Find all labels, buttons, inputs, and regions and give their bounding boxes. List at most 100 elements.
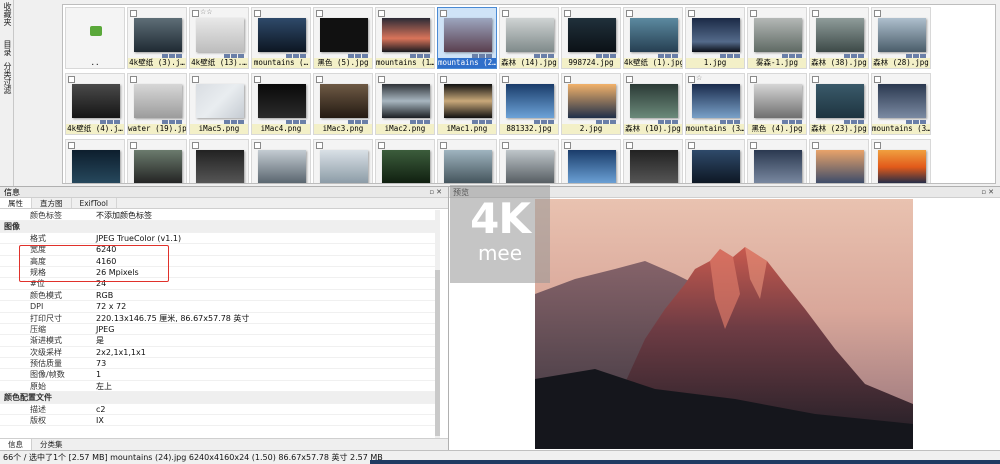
thumbnail-item[interactable]: mountains (1…: [375, 7, 435, 69]
thumbnail-image[interactable]: [506, 150, 554, 183]
thumbnail-image[interactable]: [72, 150, 120, 183]
thumbnail-image[interactable]: [506, 84, 554, 118]
select-checkbox[interactable]: [130, 10, 137, 17]
section-label[interactable]: 图像: [0, 221, 204, 231]
select-checkbox[interactable]: [750, 142, 757, 149]
thumbnail-image[interactable]: [692, 84, 740, 118]
thumbnail-item[interactable]: 森林 (23).jpg: [809, 73, 869, 135]
thumbnail-image[interactable]: [134, 150, 182, 183]
select-checkbox[interactable]: [440, 10, 447, 17]
select-checkbox[interactable]: [564, 76, 571, 83]
thumbnail-image[interactable]: [320, 150, 368, 183]
thumbnail-image[interactable]: [568, 150, 616, 183]
close-icon[interactable]: ✕: [988, 188, 996, 196]
select-checkbox[interactable]: [254, 76, 261, 83]
thumbnail-item[interactable]: 1.jpg: [685, 7, 745, 69]
thumbnail-image[interactable]: [878, 84, 926, 118]
thumbnail-item[interactable]: [747, 139, 807, 183]
select-checkbox[interactable]: [564, 10, 571, 17]
thumbnail-item[interactable]: 黑色 (5).jpg: [313, 7, 373, 69]
thumbnail-image[interactable]: [568, 84, 616, 118]
select-checkbox[interactable]: [874, 142, 881, 149]
thumbnail-image[interactable]: [692, 18, 740, 52]
thumbnail-item[interactable]: [251, 139, 311, 183]
thumbnail-image[interactable]: [382, 84, 430, 118]
select-checkbox[interactable]: [192, 76, 199, 83]
thumbnail-image[interactable]: [816, 18, 864, 52]
tab-category-filter[interactable]: 分类过滤: [1, 62, 13, 94]
thumbnail-image[interactable]: [320, 84, 368, 118]
thumbnail-image[interactable]: [258, 150, 306, 183]
tab-exiftool[interactable]: ExifTool: [72, 198, 117, 208]
thumbnail-item[interactable]: [437, 139, 497, 183]
thumbnail-item[interactable]: [499, 139, 559, 183]
thumbnail-item[interactable]: iMac1.png: [437, 73, 497, 135]
thumbnail-item[interactable]: iMac3.png: [313, 73, 373, 135]
select-checkbox[interactable]: [626, 142, 633, 149]
select-checkbox[interactable]: [502, 10, 509, 17]
thumbnail-image[interactable]: [692, 150, 740, 183]
thumbnail-item[interactable]: 998724.jpg: [561, 7, 621, 69]
thumbnail-item[interactable]: 4k壁纸 (3).j…: [127, 7, 187, 69]
thumbnail-item[interactable]: water (19).jpg: [127, 73, 187, 135]
thumbnail-image[interactable]: [816, 150, 864, 183]
thumbnail-item[interactable]: [809, 139, 869, 183]
thumbnail-item[interactable]: ☆☆ 4k壁纸 (13).…: [189, 7, 249, 69]
thumbnail-image[interactable]: [320, 18, 368, 52]
thumbnail-item[interactable]: 雾森-1.jpg: [747, 7, 807, 69]
thumbnail-item[interactable]: iMac5.png: [189, 73, 249, 135]
thumbnail-item[interactable]: [189, 139, 249, 183]
select-checkbox[interactable]: [254, 142, 261, 149]
select-checkbox[interactable]: [874, 76, 881, 83]
thumbnail-image[interactable]: [630, 18, 678, 52]
thumbnail-item[interactable]: iMac2.png: [375, 73, 435, 135]
select-checkbox[interactable]: [688, 142, 695, 149]
thumbnail-grid[interactable]: .. 4k壁纸 (3).j… ☆☆ 4k壁纸 (13).… mountains (… 黑色…: [62, 4, 996, 184]
thumbnail-item[interactable]: 森林 (10).jpg: [623, 73, 683, 135]
select-checkbox[interactable]: [626, 76, 633, 83]
thumbnail-item[interactable]: ☆ mountains (3…: [685, 73, 745, 135]
thumbnail-image[interactable]: [506, 18, 554, 52]
thumbnail-item[interactable]: 881332.jpg: [499, 73, 559, 135]
thumbnail-item[interactable]: mountains (3…: [871, 73, 931, 135]
preview-image[interactable]: [535, 199, 913, 449]
thumbnail-image[interactable]: [444, 84, 492, 118]
thumbnail-image[interactable]: [630, 150, 678, 183]
select-checkbox[interactable]: [440, 142, 447, 149]
select-checkbox[interactable]: [316, 10, 323, 17]
tab-properties[interactable]: 属性: [0, 198, 32, 208]
select-checkbox[interactable]: [626, 10, 633, 17]
thumbnail-item[interactable]: [561, 139, 621, 183]
panel-window-buttons[interactable]: ▫✕: [981, 187, 996, 198]
thumbnail-image[interactable]: [196, 150, 244, 183]
thumbnail-item[interactable]: mountains (2…: [437, 7, 497, 69]
select-checkbox[interactable]: [68, 76, 75, 83]
tab-info[interactable]: 信息: [0, 439, 32, 450]
thumbnail-item[interactable]: mountains (…: [251, 7, 311, 69]
select-checkbox[interactable]: [192, 142, 199, 149]
parent-folder-icon[interactable]: [90, 26, 102, 36]
thumbnail-item[interactable]: [871, 139, 931, 183]
select-checkbox[interactable]: [812, 142, 819, 149]
thumbnail-item[interactable]: iMac4.png: [251, 73, 311, 135]
thumbnail-image[interactable]: [816, 84, 864, 118]
thumbnail-item[interactable]: 森林 (14).jpg: [499, 7, 559, 69]
thumbnail-image[interactable]: [754, 84, 802, 118]
thumbnail-image[interactable]: [878, 150, 926, 183]
select-checkbox[interactable]: [316, 76, 323, 83]
select-checkbox[interactable]: [688, 10, 695, 17]
select-checkbox[interactable]: [688, 76, 695, 83]
thumbnail-image[interactable]: [258, 84, 306, 118]
thumbnail-item[interactable]: [685, 139, 745, 183]
thumbnail-image[interactable]: [134, 84, 182, 118]
thumbnail-image[interactable]: [134, 18, 182, 52]
thumbnail-item[interactable]: [127, 139, 187, 183]
tab-histogram[interactable]: 直方图: [32, 198, 72, 208]
thumbnail-item[interactable]: ..: [65, 7, 125, 69]
thumbnail-image[interactable]: [196, 18, 244, 52]
select-checkbox[interactable]: [130, 142, 137, 149]
select-checkbox[interactable]: [316, 142, 323, 149]
thumbnail-image[interactable]: [382, 150, 430, 183]
select-checkbox[interactable]: [750, 76, 757, 83]
select-checkbox[interactable]: [378, 76, 385, 83]
